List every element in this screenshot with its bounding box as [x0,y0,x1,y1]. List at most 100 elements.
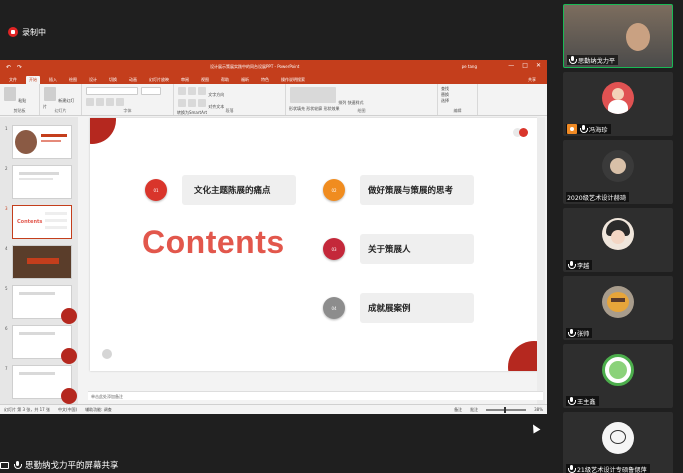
thumbnail-text [19,332,55,335]
avatar-face [610,158,626,174]
microphone-icon [567,465,576,473]
find-label[interactable]: 查找 [441,86,449,91]
zoom-level[interactable]: 38% [534,407,543,412]
slide-thumbnail[interactable]: 2 [5,165,72,199]
decor-circle [508,341,540,371]
participant-tile[interactable]: 李越 [563,208,673,272]
undo-icon[interactable]: ↶ [6,64,11,71]
tab-review[interactable]: 审阅 [178,76,192,84]
slide-canvas[interactable]: Contents 文化主题陈展的痛点 01 做好策展与策展的思考 02 关于策展… [90,118,540,371]
agenda-badge: 02 [323,179,345,201]
slide-thumbnails-pane: 1 2 3 Contents 4 5 6 7 [0,117,78,404]
tell-me-search[interactable]: 操作说明搜索 [278,76,308,84]
accessibility-status[interactable]: 辅助功能: 调查 [85,407,112,413]
slide-thumbnail[interactable]: 6 [5,325,77,364]
slide-thumbnail-selected[interactable]: 3 Contents [5,205,72,239]
underline-button[interactable] [106,98,114,106]
group-label: 段落 [225,108,234,113]
language-status[interactable]: 中文(中国) [58,407,77,413]
tab-help[interactable]: 帮助 [218,76,232,84]
group-clipboard: 粘贴 剪贴板 [0,84,40,115]
bold-button[interactable] [86,98,94,106]
tab-file[interactable]: 文件 [6,76,20,84]
select-label[interactable]: 选择 [441,98,449,103]
participant-tile[interactable]: 21级艺术设计专硕鲁偲萍 [563,412,673,473]
group-label: 幻灯片 [54,108,67,113]
participant-tile[interactable]: 王主鑫 [563,344,673,408]
record-icon [8,27,18,37]
participant-tile[interactable]: 张帅 [563,276,673,340]
thumbnail-image [15,130,37,154]
bullets-button[interactable] [178,87,186,95]
thumbnail-decor [61,308,77,324]
font-name-select[interactable] [86,87,138,95]
avatar [602,286,634,318]
paste-button[interactable] [4,87,16,101]
recording-indicator[interactable]: 录制中 [8,24,58,40]
font-size-select[interactable] [141,87,162,95]
thumbnail-text [19,172,59,175]
slide-heading: Contents [142,224,285,260]
new-slide-button[interactable] [44,87,56,101]
shared-screen-powerpoint: ↶ ↷ 设计展示策展实践中的同台设展PPT - PowerPoint pe ta… [0,60,547,414]
user-name[interactable]: pe tang [462,64,477,69]
tab-home[interactable]: 开始 [26,76,40,84]
italic-button[interactable] [96,98,104,106]
group-editing: 查找 替换 选择 编辑 [438,84,478,115]
share-button[interactable]: 共享 [525,76,539,84]
shapes-gallery[interactable] [290,87,336,103]
tab-foxit[interactable]: 福昕 [238,76,252,84]
tab-draw[interactable]: 绘图 [66,76,80,84]
tab-animations[interactable]: 动画 [126,76,140,84]
align-center-button[interactable] [188,99,196,107]
participant-name-tag: 2020级艺术设计赫琦 [566,192,630,202]
agenda-item: 成就展案例 [360,293,474,323]
slide-thumbnail[interactable]: 5 [5,285,77,324]
participant-tile[interactable]: 冯海珍 [563,72,673,136]
tab-transitions[interactable]: 切换 [106,76,120,84]
notes-button[interactable]: 备注 [454,407,462,413]
ribbon: 粘贴 剪贴板 新建幻灯片 幻灯片 字体 文字方向 对齐文本 转换为SmartAr… [0,84,547,116]
notes-pane[interactable]: 单击此处添加备注 [88,391,543,400]
avatar [602,422,634,454]
close-icon[interactable]: ✕ [536,62,541,69]
avatar [602,150,634,182]
thumbnail-text [19,292,55,295]
align-left-button[interactable] [178,99,186,107]
numbering-button[interactable] [188,87,196,95]
tab-view[interactable]: 视图 [198,76,212,84]
agenda-badge: 01 [145,179,167,201]
group-drawing: 排列 快速样式 形状填充 形状轮廓 形状效果 绘图 [286,84,438,115]
window-controls: — □ ✕ [508,62,541,69]
slide-thumbnail[interactable]: 1 [5,125,72,159]
minimize-icon[interactable]: — [508,62,514,69]
tab-slideshow[interactable]: 幻灯片放映 [146,76,172,84]
participant-tile[interactable]: 2020级艺术设计赫琦 [563,140,673,204]
align-right-button[interactable] [198,99,206,107]
thumbnail-contents-text: Contents [17,219,43,225]
tab-design[interactable]: 设计 [86,76,100,84]
text-direction-label[interactable]: 文字方向 [208,92,224,97]
participant-name-tag: 张帅 [566,328,593,338]
replace-label[interactable]: 替换 [441,92,449,97]
participant-tile[interactable]: 思勤纳戈力平 [563,4,673,68]
redo-icon[interactable]: ↷ [17,64,22,71]
maximize-icon[interactable]: □ [522,62,528,69]
quick-styles-label[interactable]: 快速样式 [348,100,364,105]
avatar [602,218,634,250]
slide-scrollbar[interactable] [537,117,545,407]
slide-thumbnail[interactable]: 4 [5,245,72,279]
slide-thumbnail[interactable]: 7 [5,365,77,404]
comments-button[interactable]: 批注 [470,407,478,413]
zoom-slider[interactable] [486,406,527,413]
microphone-icon [567,397,576,405]
avatar-sketch [610,430,626,444]
tab-features[interactable]: 特色 [258,76,272,84]
thumbnail-text [41,140,61,142]
tab-insert[interactable]: 插入 [46,76,60,84]
arrange-label[interactable]: 排列 [338,100,346,105]
indent-button[interactable] [198,87,206,95]
avatar-art [609,361,627,379]
thumbnail-text [19,178,53,180]
font-color-button[interactable] [116,98,124,106]
